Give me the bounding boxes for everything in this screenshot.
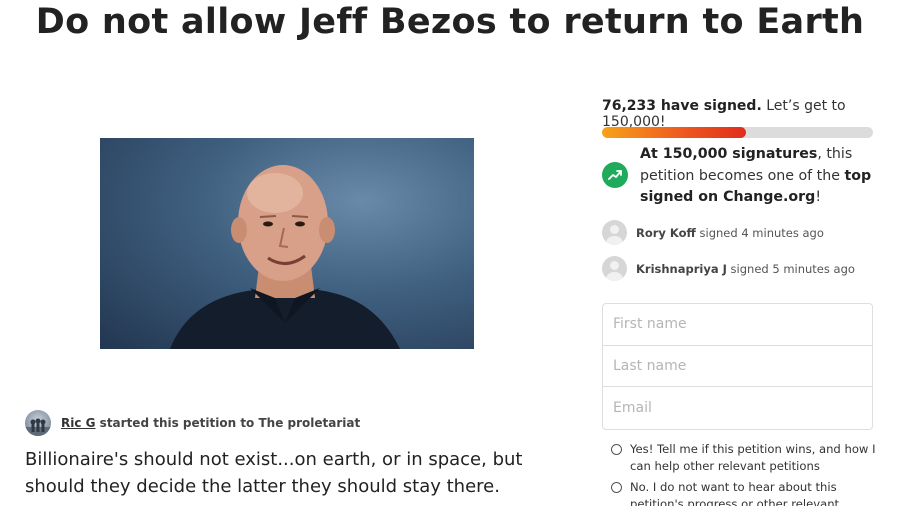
starter-target: started this petition to The proletariat	[95, 416, 361, 430]
opt-in-yes-label: Yes! Tell me if this petition wins, and …	[630, 442, 876, 473]
opt-in-yes-radio[interactable]	[611, 444, 622, 455]
recent-signer: Rory Koff signed 4 minutes ago	[602, 220, 824, 245]
page-title: Do not allow Jeff Bezos to return to Ear…	[35, 2, 865, 42]
petition-starter: Ric G started this petition to The prole…	[25, 410, 360, 436]
starter-text: Ric G started this petition to The prole…	[61, 416, 360, 430]
email-input[interactable]	[603, 387, 872, 429]
signer-name: Krishnapriya J	[636, 261, 727, 276]
milestone-bold-1: At 150,000 signatures	[640, 146, 818, 162]
recent-signer: Krishnapriya J signed 5 minutes ago	[602, 256, 855, 281]
progress-fill	[602, 127, 746, 138]
opt-in-yes[interactable]: Yes! Tell me if this petition wins, and …	[611, 441, 876, 475]
signature-count: 76,233 have signed. Let’s get to 150,000…	[602, 98, 874, 130]
opt-in-no[interactable]: No. I do not want to hear about this pet…	[611, 479, 876, 506]
signature-progress-bar	[602, 127, 873, 138]
milestone-text-2: !	[815, 189, 822, 205]
signer-name: Rory Koff	[636, 225, 696, 240]
user-avatar-icon	[602, 256, 627, 281]
signature-form	[602, 303, 873, 430]
signed-count: 76,233 have signed.	[602, 98, 762, 114]
first-name-input[interactable]	[603, 304, 872, 346]
user-avatar-icon	[602, 220, 627, 245]
opt-in-no-radio[interactable]	[611, 482, 622, 493]
signer-action: signed 5 minutes ago	[726, 261, 855, 276]
starter-avatar[interactable]	[25, 410, 51, 436]
milestone-text: At 150,000 signatures, this petition bec…	[640, 144, 877, 209]
last-name-input[interactable]	[603, 345, 872, 387]
petition-description: Billionaire's should not exist...on eart…	[25, 449, 523, 497]
starter-name-link[interactable]: Ric G	[61, 416, 96, 430]
hero-photo	[100, 138, 474, 349]
milestone-info: At 150,000 signatures, this petition bec…	[602, 144, 877, 209]
opt-in-no-label: No. I do not want to hear about this pet…	[630, 480, 840, 506]
bald-man-photo	[170, 165, 400, 349]
signer-action: signed 4 minutes ago	[695, 225, 824, 240]
trending-up-icon	[602, 162, 628, 188]
people-silhouette-icon	[25, 418, 51, 436]
